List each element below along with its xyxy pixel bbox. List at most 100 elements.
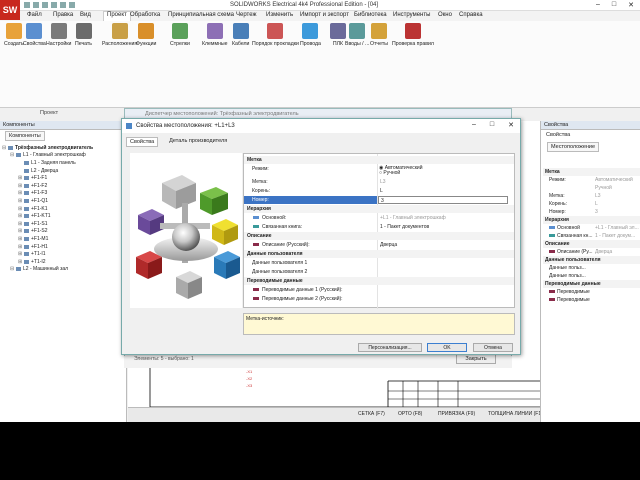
grid-row[interactable]: Метка: L3 [244, 178, 514, 186]
prop-row[interactable]: Основной +L1 - Главный эл... [543, 224, 640, 232]
ribbon-button-4[interactable]: Расположения [102, 23, 137, 47]
ribbon-button-9[interactable]: Порядок прокладки [252, 23, 299, 47]
ribbon-button-6[interactable]: Стрелки [170, 23, 190, 47]
prop-row[interactable]: Режим: Автоматический [543, 176, 640, 184]
tab-properties[interactable]: Свойства [126, 137, 159, 147]
tree-item[interactable]: L2 - Дверца [2, 167, 126, 175]
menu-8[interactable]: Импорт и экспорт [300, 12, 349, 18]
close-manager-button[interactable]: Закрыть [456, 354, 496, 364]
dialog-window-controls[interactable]: – □ ✕ [472, 121, 514, 129]
window-controls[interactable]: – □ ✕ [596, 1, 634, 9]
prop-row[interactable]: Номер: 3 [543, 208, 640, 216]
menu-9[interactable]: Библиотека [354, 12, 387, 18]
grid-row[interactable]: Корень: L [244, 187, 514, 195]
prop-row[interactable]: Данные польз... [543, 272, 640, 280]
ribbon-button-12[interactable]: Вводы / ... [345, 23, 369, 47]
quick-access-toolbar[interactable] [24, 2, 75, 8]
location-tab[interactable]: Местоположение [547, 142, 600, 152]
tree-item[interactable]: ⊟ Трёхфазный электродвигатель [2, 144, 126, 152]
customize-button[interactable]: Персонализация... [358, 343, 422, 352]
close-button[interactable]: ✕ [628, 1, 634, 9]
prop-row[interactable]: Метка: L3 [543, 192, 640, 200]
grid-row[interactable]: Связанная книга: 1 - Пакет документов [244, 223, 514, 231]
source-label-note[interactable]: Метка-источник: [243, 313, 515, 335]
tree-item[interactable]: ⊞ +F1-Q1 [2, 197, 126, 205]
tree-item-label: L2 - Дверца [31, 167, 59, 174]
ribbon-button-0[interactable]: Создать [4, 23, 24, 47]
menu-11[interactable]: Окно [438, 12, 452, 18]
menu-6[interactable]: Чертеж [236, 12, 257, 18]
prop-value: +L1 - Главный эл... [595, 225, 639, 231]
ribbon-button-3[interactable]: Печать [75, 23, 92, 47]
tree-item[interactable]: ⊞ +F1-S2 [2, 228, 126, 236]
prop-row[interactable]: Описание (Ру... Дверца [543, 248, 640, 256]
tree-item[interactable]: ⊟ L2 - Машинный зал [2, 266, 126, 274]
prop-row[interactable]: Переводимые [543, 296, 640, 304]
ok-button[interactable]: OK [427, 343, 467, 352]
menu-12[interactable]: Справка [459, 12, 483, 18]
ribbon-button-14[interactable]: Проверка правил [392, 23, 434, 47]
dialog-maximize-button[interactable]: □ [490, 121, 494, 129]
prop-row[interactable]: Корень: L [543, 200, 640, 208]
menu-5[interactable]: Принципиальная схема [168, 12, 234, 18]
prop-row[interactable]: Связанная кн... 1 - Пакет докум... [543, 232, 640, 240]
ribbon-button-7[interactable]: Клеммные [202, 23, 228, 47]
grid-row[interactable]: Переводимые данные 1 (Русский): [244, 286, 514, 294]
tree-item[interactable]: ⊟ L1 - Главный электрошкаф [2, 152, 126, 160]
components-tab[interactable]: Компоненты [5, 131, 45, 141]
grid-value: 1 - Пакет документов [380, 224, 430, 230]
tree-item[interactable]: L1 - Задняя панель [2, 159, 126, 167]
minimize-button[interactable]: – [596, 1, 600, 9]
properties-tab[interactable]: Свойства [543, 131, 573, 139]
grid-row[interactable]: Номер: 3 [244, 196, 514, 204]
tree-item[interactable]: ⊞ +T1-I1 [2, 250, 126, 258]
menu-10[interactable]: Инструменты [393, 12, 430, 18]
tree-item[interactable]: ⊞ +F1-KT1 [2, 212, 126, 220]
status-toggle-3[interactable]: ТОЛЩИНА ЛИНИИ (F10) [488, 411, 546, 417]
menu-7[interactable]: Изменить [266, 12, 293, 18]
grid-row[interactable]: Данные пользователя 2 [244, 268, 514, 276]
ribbon-button-2[interactable]: Настройки [46, 23, 71, 47]
number-input[interactable]: 3 [378, 196, 508, 204]
ribbon-button-8[interactable]: Кабели [232, 23, 249, 47]
grid-row[interactable]: Основной: +L1 - Главный электрошкаф [244, 214, 514, 222]
maximize-button[interactable]: □ [612, 1, 616, 9]
menu-3[interactable]: Проект [103, 11, 131, 21]
cancel-button[interactable]: Отмена [473, 343, 513, 352]
grid-row[interactable]: Режим: ◉ Автоматический ○ Ручной [244, 165, 514, 177]
ribbon-button-1[interactable]: Свойства [23, 23, 46, 47]
tree-item[interactable]: ⊞ +F1-S1 [2, 220, 126, 228]
tree-item[interactable]: ⊞ +T1-I2 [2, 258, 126, 266]
tree-item[interactable]: ⊞ +F1-H1 [2, 243, 126, 251]
grid-row[interactable]: Описание (Русский): Дверца [244, 241, 514, 249]
radio-option[interactable]: ○ Ручной [379, 170, 400, 176]
menu-2[interactable]: Вид [80, 12, 91, 18]
tree-item[interactable]: ⊞ +F1-F2 [2, 182, 126, 190]
status-toggle-2[interactable]: ПРИВЯЗКА (F9) [438, 411, 475, 417]
dialog-close-button[interactable]: ✕ [508, 121, 514, 129]
ribbon-button-13[interactable]: Отчеты [370, 23, 388, 47]
tab-manufacturer-part[interactable]: Деталь производителя [166, 137, 230, 147]
status-toggle-1[interactable]: ОРТО (F8) [398, 411, 422, 417]
menu-0[interactable]: Файл [27, 12, 42, 18]
tree-item-label: L1 - Главный электрошкаф [23, 152, 86, 159]
prop-row[interactable]: Данные польз... [543, 264, 640, 272]
prop-row[interactable]: Ручной [543, 184, 640, 192]
status-toggle-0[interactable]: СЕТКА (F7) [358, 411, 385, 417]
menu-1[interactable]: Правка [53, 12, 73, 18]
tree-item[interactable]: ⊞ +F1-K1 [2, 205, 126, 213]
dialog-minimize-button[interactable]: – [472, 121, 476, 129]
tree-item[interactable]: ⊞ +F1-F1 [2, 174, 126, 182]
app-logo[interactable]: SW [0, 0, 20, 20]
tree-item[interactable]: ⊞ +F1-M1 [2, 235, 126, 243]
ribbon-button-11[interactable]: ПЛК [330, 23, 346, 47]
grid-row[interactable]: Данные пользователя 1 [244, 259, 514, 267]
grid-row[interactable]: Переводимые данные 2 (Русский): [244, 295, 514, 303]
ribbon-button-5[interactable]: Функции [136, 23, 156, 47]
tree-item[interactable]: ⊞ +F1-F3 [2, 190, 126, 198]
tree-item-label: +T1-I1 [31, 251, 46, 258]
ribbon-label-14: Проверка правил [392, 41, 434, 47]
prop-row[interactable]: Переводимые [543, 288, 640, 296]
ribbon-button-10[interactable]: Провода [300, 23, 321, 47]
menu-4[interactable]: Обработка [130, 12, 160, 18]
